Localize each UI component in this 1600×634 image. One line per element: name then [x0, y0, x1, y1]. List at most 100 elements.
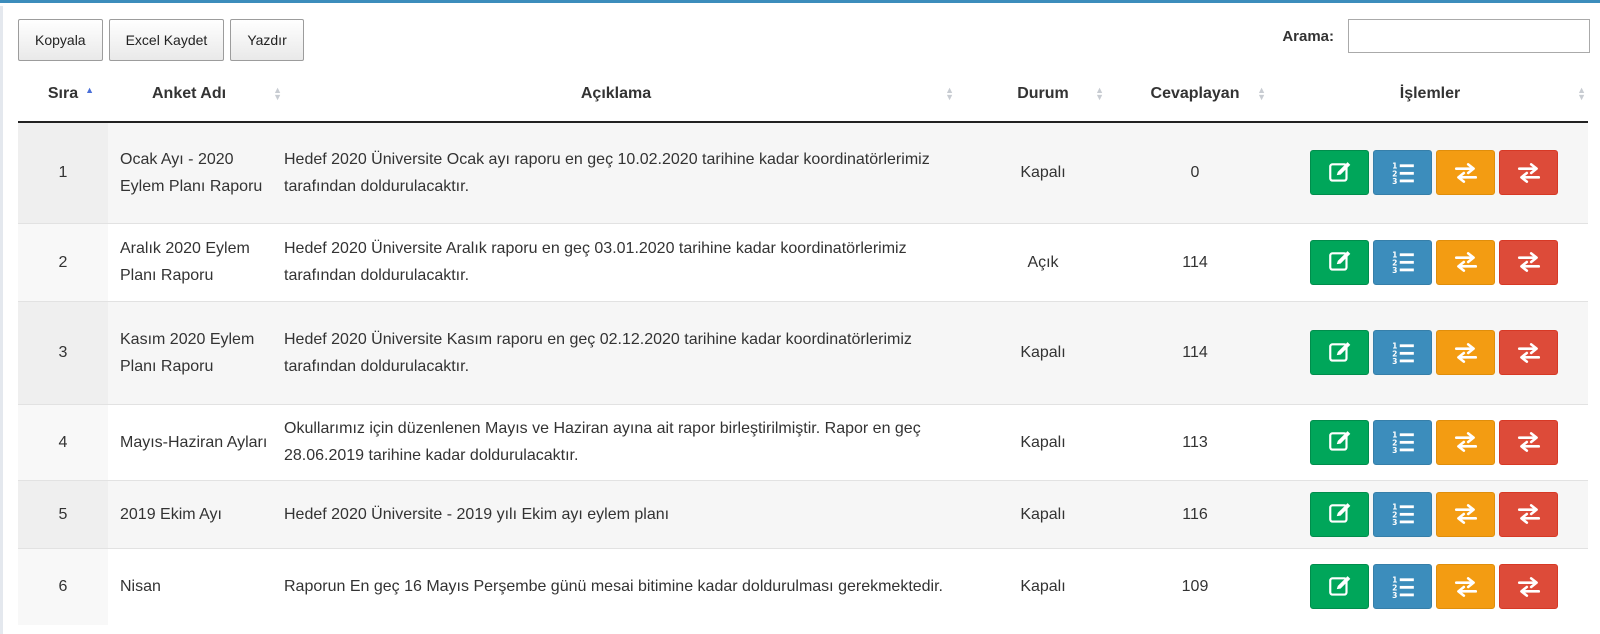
transfer-red-button[interactable]: [1499, 330, 1558, 375]
column-header-label: Durum: [1017, 85, 1069, 102]
column-header-actions[interactable]: İşlemler ▲ ▼: [1272, 67, 1588, 123]
questions-list-button[interactable]: 1 2 3: [1373, 150, 1432, 196]
transfer-button[interactable]: [1436, 564, 1495, 610]
excel-export-button[interactable]: Excel Kaydet: [108, 19, 225, 61]
survey-table: Sıra ▲▼ Anket Adı ▲▼ Açıklama ▲▼ Durum ▲…: [18, 67, 1588, 625]
sort-ascending-icon: ▲▼: [85, 85, 94, 95]
sort-icon: ▲ ▼: [1095, 85, 1104, 102]
action-button-group: 1 2 3: [1272, 564, 1588, 610]
questions-list-button[interactable]: 1 2 3: [1373, 419, 1432, 465]
questions-list-button[interactable]: 1 2 3: [1373, 564, 1432, 610]
edit-icon: [1328, 341, 1350, 362]
survey-status: Açık: [968, 222, 1118, 301]
transfer-arrows-icon: [1517, 576, 1540, 597]
column-header-description[interactable]: Açıklama ▲ ▼: [278, 67, 968, 123]
action-button-group: 1 2 3: [1272, 491, 1588, 537]
table-row: 3 Kasım 2020 Eylem Planı Raporu Hedef 20…: [18, 300, 1588, 404]
questions-list-button[interactable]: 1 2 3: [1373, 239, 1432, 285]
column-header-label: Anket Adı: [152, 85, 227, 102]
transfer-red-button[interactable]: [1499, 491, 1558, 537]
table-row: 5 2019 Ekim Ayı Hedef 2020 Üniversite - …: [18, 479, 1588, 548]
edit-survey-button[interactable]: [1310, 419, 1369, 465]
transfer-button[interactable]: [1436, 239, 1495, 285]
row-number: 5: [18, 479, 108, 548]
respondent-count: 114: [1118, 300, 1272, 404]
table-row: 6 Nisan Raporun En geç 16 Mayıs Perşembe…: [18, 547, 1588, 625]
transfer-button[interactable]: [1436, 419, 1495, 465]
transfer-button[interactable]: [1436, 330, 1495, 375]
row-actions: 1 2 3: [1272, 547, 1588, 625]
transfer-arrows-icon: [1517, 342, 1540, 363]
table-row: 2 Aralık 2020 Eylem Planı Raporu Hedef 2…: [18, 222, 1588, 301]
search-area: Arama:: [1282, 19, 1590, 53]
transfer-red-button[interactable]: [1499, 564, 1558, 610]
respondent-count: 0: [1118, 121, 1272, 223]
edit-survey-button[interactable]: [1310, 239, 1369, 285]
row-actions: 1 2 3: [1272, 121, 1588, 223]
transfer-arrows-icon: [1454, 342, 1477, 363]
svg-text:3: 3: [1392, 266, 1397, 275]
numbered-list-icon: 1 2 3: [1392, 341, 1414, 365]
table-header-row: Sıra ▲▼ Anket Adı ▲▼ Açıklama ▲▼ Durum ▲…: [18, 67, 1588, 123]
questions-list-button[interactable]: 1 2 3: [1373, 330, 1432, 375]
print-button[interactable]: Yazdır: [230, 19, 304, 61]
edit-survey-button[interactable]: [1310, 564, 1369, 610]
row-actions: 1 2 3: [1272, 403, 1588, 480]
export-toolbar: Kopyala Excel Kaydet Yazdır: [18, 19, 304, 61]
numbered-list-icon: 1 2 3: [1392, 161, 1414, 186]
transfer-arrows-icon: [1517, 504, 1540, 524]
transfer-red-button[interactable]: [1499, 150, 1558, 196]
edit-survey-button[interactable]: [1310, 491, 1369, 537]
edit-survey-button[interactable]: [1310, 150, 1369, 196]
survey-description: Hedef 2020 Üniversite - 2019 yılı Ekim a…: [278, 479, 968, 548]
edit-icon: [1328, 431, 1350, 451]
row-actions: 1 2 3: [1272, 479, 1588, 548]
transfer-arrows-icon: [1454, 252, 1477, 272]
survey-description: Hedef 2020 Üniversite Kasım raporu en ge…: [278, 300, 968, 404]
survey-status: Kapalı: [968, 121, 1118, 223]
column-header-name[interactable]: Anket Adı ▲ ▼: [108, 67, 282, 123]
search-label: Arama:: [1282, 27, 1334, 45]
edit-icon: [1328, 251, 1350, 271]
column-header-status[interactable]: Durum ▲ ▼: [968, 67, 1118, 123]
action-button-group: 1 2 3: [1272, 419, 1588, 465]
table-row: 1 Ocak Ayı - 2020 Eylem Planı Raporu Hed…: [18, 121, 1588, 223]
numbered-list-icon: 1 2 3: [1392, 575, 1414, 600]
transfer-arrows-icon: [1517, 252, 1540, 272]
transfer-arrows-icon: [1517, 162, 1540, 183]
survey-status: Kapalı: [968, 300, 1118, 404]
panel-left-border: [0, 6, 3, 634]
survey-name: 2019 Ekim Ayı: [108, 479, 278, 548]
survey-name: Aralık 2020 Eylem Planı Raporu: [108, 222, 278, 301]
svg-text:3: 3: [1392, 591, 1397, 600]
transfer-red-button[interactable]: [1499, 419, 1558, 465]
copy-button[interactable]: Kopyala: [18, 19, 103, 61]
respondent-count: 113: [1118, 403, 1272, 480]
transfer-button[interactable]: [1436, 491, 1495, 537]
column-header-respondents[interactable]: Cevaplayan ▲ ▼: [1118, 67, 1272, 123]
search-input[interactable]: [1348, 19, 1590, 53]
survey-description: Hedef 2020 Üniversite Ocak ayı raporu en…: [278, 121, 968, 223]
survey-status: Kapalı: [968, 479, 1118, 548]
column-header-no[interactable]: Sıra ▲▼: [18, 67, 108, 123]
sort-icon: ▲ ▼: [945, 85, 954, 102]
edit-survey-button[interactable]: [1310, 330, 1369, 375]
survey-status: Kapalı: [968, 547, 1118, 625]
numbered-list-icon: 1 2 3: [1392, 431, 1414, 455]
transfer-arrows-icon: [1454, 162, 1477, 183]
column-header-label: Sıra: [47, 85, 79, 102]
transfer-arrows-icon: [1517, 432, 1540, 452]
sort-icon: ▲ ▼: [1577, 85, 1586, 102]
svg-text:3: 3: [1392, 518, 1397, 527]
sort-icon: ▲ ▼: [1257, 85, 1266, 102]
transfer-button[interactable]: [1436, 150, 1495, 196]
transfer-red-button[interactable]: [1499, 239, 1558, 285]
transfer-arrows-icon: [1454, 504, 1477, 524]
survey-status: Kapalı: [968, 403, 1118, 480]
svg-text:3: 3: [1392, 446, 1397, 455]
edit-icon: [1328, 575, 1350, 596]
row-number: 2: [18, 222, 108, 301]
questions-list-button[interactable]: 1 2 3: [1373, 491, 1432, 537]
respondent-count: 116: [1118, 479, 1272, 548]
survey-name: Nisan: [108, 547, 278, 625]
